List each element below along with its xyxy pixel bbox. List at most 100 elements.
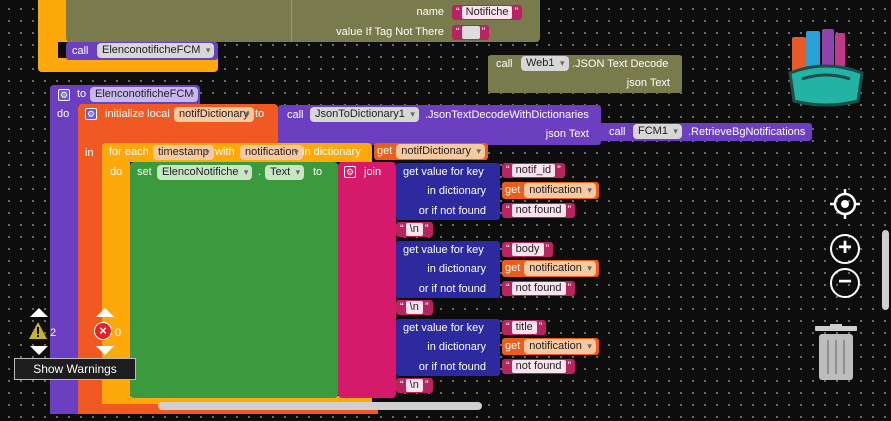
newline-string-1[interactable]: “\n” xyxy=(396,222,433,237)
warning-count: 2 xyxy=(50,327,57,339)
value-if-tag-label: value If Tag Not There xyxy=(336,26,444,38)
procedure-name-field[interactable]: ElenconotificheFCM xyxy=(90,87,199,102)
foreach-with-label: with xyxy=(215,146,235,158)
fcm-component-dropdown[interactable]: FCM1 xyxy=(633,124,682,139)
call-proc-block[interactable]: call ElenconotificheFCM xyxy=(66,42,218,60)
dict-get-3-dict-getter[interactable]: get notification xyxy=(502,338,599,355)
dict-get-2-or-label: or if not found xyxy=(418,283,486,295)
web1-param-label: json Text xyxy=(626,77,670,89)
init-local-gear-icon[interactable]: ⚙ xyxy=(85,108,97,120)
dict-get-3-default-string[interactable]: “not found” xyxy=(502,359,576,374)
dict-get-3-get-label: get xyxy=(505,340,521,352)
json-to-dict-block[interactable]: call JsonToDictionary1 .JsonTextDecodeWi… xyxy=(278,105,601,145)
foreach-label: for each xyxy=(109,146,149,158)
web1-component-dropdown[interactable]: Web1 xyxy=(521,56,569,71)
join-label: join xyxy=(364,166,382,178)
set-to-label: to xyxy=(313,166,323,178)
top-divider xyxy=(291,0,292,42)
dict-get-3-key-string[interactable]: “title” xyxy=(502,320,547,335)
warning-down-arrow-icon[interactable] xyxy=(30,346,48,355)
foreach-do-label: do xyxy=(110,166,123,178)
dict-get-block-1[interactable]: get value for key in dictionary or if no… xyxy=(396,163,500,220)
json-to-dict-param-label: json Text xyxy=(545,128,589,140)
dict-get-2-label: get value for key xyxy=(403,244,484,256)
set-prop-dropdown[interactable]: Text xyxy=(265,165,305,180)
dict-get-2-get-dropdown[interactable]: notification xyxy=(524,261,596,276)
join-gear-icon[interactable]: ⚙ xyxy=(344,166,356,178)
foreach-get-label: get xyxy=(377,145,393,157)
error-up-arrow-icon[interactable] xyxy=(96,308,114,317)
warning-triangle-icon xyxy=(29,322,47,339)
dict-get-1-default-string[interactable]: “not found” xyxy=(502,203,576,218)
top-orange-bottom xyxy=(38,58,218,72)
dict-get-3-in-dict-label: in dictionary xyxy=(427,341,486,353)
json-to-dict-call-label: call xyxy=(287,109,304,121)
dict-get-2-in-dict-label: in dictionary xyxy=(427,263,486,275)
dict-get-2-default-string[interactable]: “not found” xyxy=(502,281,576,296)
zoom-in-icon[interactable]: + xyxy=(830,234,860,264)
foreach-var-field[interactable]: timestamp xyxy=(153,145,214,160)
init-local-header: ⚙ initialize local notifDictionary to xyxy=(78,104,278,144)
web1-decode-block[interactable]: call Web1 .JSON Text Decode json Text xyxy=(488,55,682,93)
foreach-get-dropdown[interactable]: notifDictionary xyxy=(396,144,485,159)
set-dot-label: . xyxy=(258,166,262,178)
newline-string-3[interactable]: “\n” xyxy=(396,378,433,393)
dict-get-1-dict-getter[interactable]: get notification xyxy=(502,182,599,199)
dict-get-1-in-dict-label: in dictionary xyxy=(427,185,486,197)
foreach-header: for each timestamp with notification in … xyxy=(102,143,372,162)
set-component-dropdown[interactable]: ElencoNotifiche xyxy=(157,165,253,180)
dict-get-1-key-string[interactable]: “notif_id” xyxy=(502,163,565,178)
fcm-retrieve-block[interactable]: call FCM1 .RetrieveBgNotifications xyxy=(598,123,812,141)
dict-get-block-2[interactable]: get value for key in dictionary or if no… xyxy=(396,241,500,298)
newline-string-2[interactable]: “\n” xyxy=(396,300,433,315)
horizontal-scrollbar[interactable] xyxy=(158,402,482,410)
procedure-to-label: to xyxy=(77,88,87,100)
procedure-do-label: do xyxy=(57,108,70,120)
dict-get-3-label: get value for key xyxy=(403,322,484,334)
foreach-var2-field[interactable]: notification xyxy=(240,145,303,160)
trash-icon[interactable] xyxy=(813,324,859,382)
dict-get-1-or-label: or if not found xyxy=(418,205,486,217)
fcm-method-label: .RetrieveBgNotifications xyxy=(688,126,806,138)
name-label: name xyxy=(416,6,444,18)
fcm-call-label: call xyxy=(609,126,626,138)
set-block[interactable] xyxy=(130,162,338,398)
dict-get-block-3[interactable]: get value for key in dictionary or if no… xyxy=(396,319,500,376)
procedure-header: ⚙ to ElenconotificheFCM xyxy=(50,85,200,105)
zoom-out-icon[interactable]: − xyxy=(830,268,860,298)
warning-up-arrow-icon[interactable] xyxy=(30,308,48,317)
dict-get-2-get-label: get xyxy=(505,262,521,274)
error-down-arrow-icon[interactable] xyxy=(96,346,114,355)
call-label: call xyxy=(72,45,89,57)
init-local-to-label: to xyxy=(255,108,265,120)
join-block[interactable]: ⚙ join xyxy=(338,162,396,398)
procedure-gear-icon[interactable]: ⚙ xyxy=(58,89,70,101)
web1-method-label: .JSON Text Decode xyxy=(572,58,669,70)
dict-get-3-or-label: or if not found xyxy=(418,361,486,373)
backpack-icon[interactable] xyxy=(786,25,866,107)
set-label: set xyxy=(137,166,152,178)
foreach-get-block[interactable]: get notifDictionary xyxy=(374,143,488,160)
init-local-var-field[interactable]: notifDictionary xyxy=(174,107,254,122)
dict-get-1-label: get value for key xyxy=(403,166,484,178)
web1-call-label: call xyxy=(496,58,513,70)
error-count: 0 xyxy=(115,327,122,339)
init-local-label: initialize local xyxy=(105,108,170,120)
call-proc-dropdown[interactable]: ElenconotificheFCM xyxy=(97,43,215,58)
json-to-dict-component-dropdown[interactable]: JsonToDictionary1 xyxy=(310,107,419,122)
init-local-in-label: in xyxy=(85,147,94,159)
name-value-string[interactable]: “Notifiche” xyxy=(452,5,523,20)
vertical-scrollbar[interactable] xyxy=(882,230,889,310)
error-icon: × xyxy=(94,322,112,340)
recenter-icon[interactable] xyxy=(829,188,861,220)
default-value-string[interactable]: “ ” xyxy=(452,25,490,40)
dict-get-1-get-dropdown[interactable]: notification xyxy=(524,183,596,198)
top-component-block[interactable]: name “Notifiche” value If Tag Not There … xyxy=(66,0,540,42)
show-warnings-button[interactable]: Show Warnings xyxy=(14,358,136,380)
dict-get-3-get-dropdown[interactable]: notification xyxy=(524,339,596,354)
set-header: set ElencoNotifiche . Text to xyxy=(130,162,340,182)
dict-get-2-key-string[interactable]: “body” xyxy=(502,242,554,257)
dict-get-2-dict-getter[interactable]: get notification xyxy=(502,260,599,277)
dict-get-1-get-label: get xyxy=(505,184,521,196)
foreach-in-dict-label: in dictionary xyxy=(302,146,361,158)
